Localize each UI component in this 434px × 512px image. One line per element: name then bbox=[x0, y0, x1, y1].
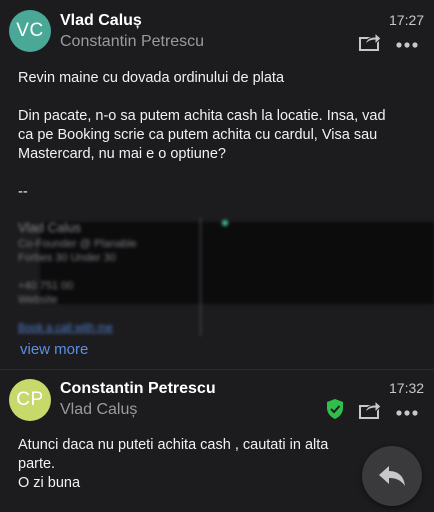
signature-role: Co-Founder @ Planable bbox=[18, 238, 137, 250]
signature-phone: +40 751 00 bbox=[18, 280, 74, 292]
recipient-name[interactable]: Constantin Petrescu bbox=[60, 33, 204, 51]
signature-accent-dot bbox=[222, 220, 228, 226]
sender-name[interactable]: Constantin Petrescu bbox=[60, 380, 216, 398]
avatar-initials: VC bbox=[16, 20, 44, 41]
reply-button[interactable] bbox=[362, 446, 422, 506]
more-icon[interactable] bbox=[396, 404, 418, 416]
body-paragraph: Din pacate, n-o sa putem achita cash la … bbox=[18, 108, 386, 162]
sender-name[interactable]: Vlad Caluș bbox=[60, 12, 142, 30]
avatar-initials: CP bbox=[16, 389, 44, 410]
signature-block: Vlad Calus Co-Founder @ Planable Forbes … bbox=[0, 210, 434, 340]
shield-check-icon[interactable] bbox=[326, 398, 344, 420]
body-paragraph: Revin maine cu dovada ordinului de plata bbox=[18, 70, 285, 86]
message-time: 17:32 bbox=[389, 380, 425, 396]
signature-company: Forbes 30 Under 30 bbox=[18, 252, 116, 264]
message-body: Revin maine cu dovada ordinului de plata… bbox=[18, 69, 398, 202]
more-icon[interactable] bbox=[396, 36, 418, 48]
signature-name: Vlad Calus bbox=[18, 220, 81, 235]
message-body: Atunci daca nu puteti achita cash , caut… bbox=[18, 436, 348, 493]
book-call-link[interactable]: Book a call with me bbox=[18, 322, 113, 334]
signature-separator: -- bbox=[18, 184, 28, 200]
avatar[interactable]: CP bbox=[9, 379, 51, 421]
view-more-link[interactable]: view more bbox=[20, 341, 88, 358]
body-paragraph: O zi buna bbox=[18, 475, 81, 491]
forward-icon[interactable] bbox=[358, 398, 382, 420]
signature-divider bbox=[200, 218, 201, 336]
message-1: VC Vlad Caluș Constantin Petrescu 17:27 … bbox=[0, 0, 434, 370]
recipient-name[interactable]: Vlad Caluș bbox=[60, 401, 137, 419]
avatar[interactable]: VC bbox=[9, 10, 51, 52]
reply-icon bbox=[379, 466, 405, 486]
message-time: 17:27 bbox=[389, 12, 425, 28]
forward-icon[interactable] bbox=[358, 30, 382, 52]
signature-website: Website bbox=[18, 294, 58, 306]
body-paragraph: Atunci daca nu puteti achita cash , caut… bbox=[18, 437, 329, 472]
